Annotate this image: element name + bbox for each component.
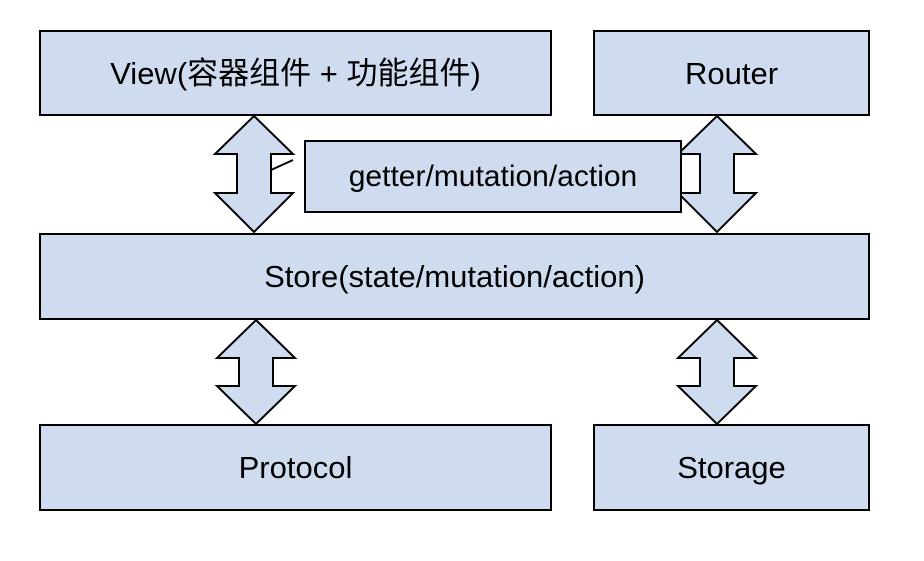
store-box: Store(state/mutation/action) <box>39 233 870 320</box>
view-box: View(容器组件 + 功能组件) <box>39 30 552 116</box>
view-store-double-arrow <box>212 114 296 234</box>
store-label: Store(state/mutation/action) <box>264 259 645 294</box>
callout-leader-line <box>270 159 294 171</box>
storage-box: Storage <box>593 424 870 511</box>
protocol-label: Protocol <box>238 450 353 485</box>
router-store-double-arrow <box>675 114 759 234</box>
protocol-box: Protocol <box>39 424 552 511</box>
storage-label: Storage <box>677 450 786 485</box>
store-storage-double-arrow <box>675 318 759 426</box>
view-label: View(容器组件 + 功能组件) <box>110 55 481 91</box>
router-label: Router <box>684 55 779 91</box>
store-protocol-double-arrow <box>214 318 298 426</box>
connector-label: getter/mutation/action <box>348 159 638 193</box>
router-box: Router <box>593 30 870 116</box>
connector-label-box: getter/mutation/action <box>304 140 682 213</box>
